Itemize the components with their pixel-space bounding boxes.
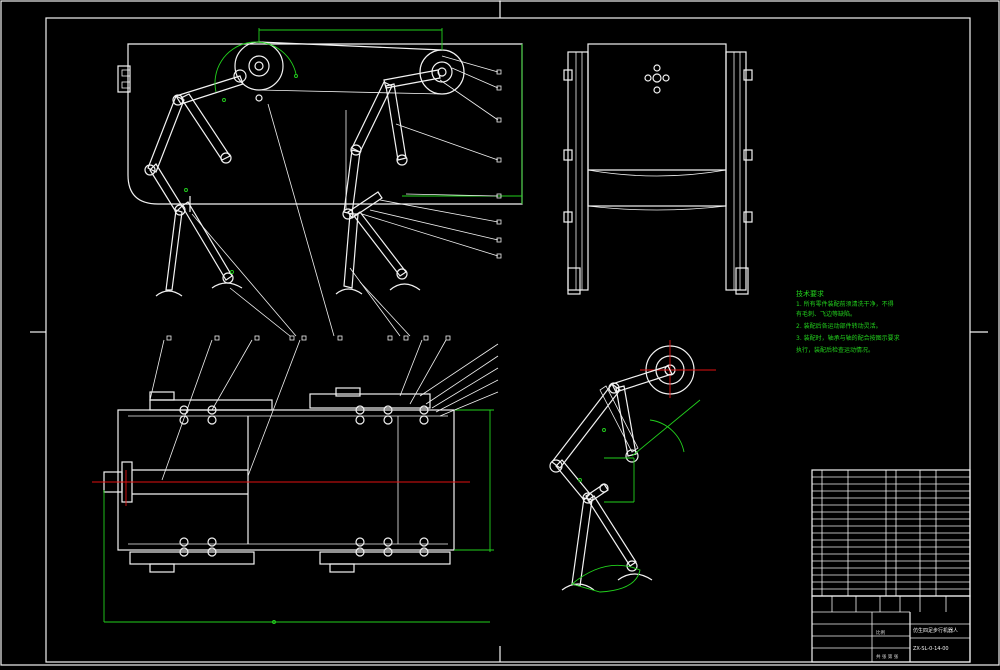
assembly-drawing: 技术要求 1. 所有零件装配前须清洗干净，不得 有毛刺、飞边等缺陷。 2. 装配… [0,0,1000,666]
scale-label: 比例 [876,629,885,636]
tech-req-line-1: 1. 所有零件装配前须清洗干净，不得 [796,300,894,308]
title-block: 仿生四足步行机器人 ZX-SL-0-14-00 比例 共 张 第 张 [811,595,971,663]
sheet-label: 共 张 第 张 [876,653,899,660]
tech-req-line-5: 执行，装配后检查运动情况。 [796,346,874,354]
front-leg [144,75,244,297]
parts-list [811,469,971,597]
drawing-frame [0,0,1000,666]
tech-req-line-3: 2. 装配后各运动部件转动灵活。 [796,322,882,330]
item-balloons [166,69,502,341]
drawing-number: ZX-SL-0-14-00 [913,646,949,652]
leg-detail-view [549,340,716,593]
bolt-row-bottom [179,537,429,557]
top-view [92,339,499,624]
tech-req-heading: 技术要求 [796,289,824,298]
tech-req-line-4: 3. 装配时，轴承与轴的配合按图示要求 [796,334,900,342]
parts-list-rows [812,476,970,590]
cad-drawing-canvas: 技术要求 1. 所有零件装配前须清洗干净，不得 有毛刺、飞边等缺陷。 2. 装配… [0,0,1000,666]
side-view [563,43,753,295]
rear-leg [335,69,441,295]
bolt-row-top [179,405,429,425]
technical-requirements: 技术要求 1. 所有零件装配前须清洗干净，不得 有毛刺、飞边等缺陷。 2. 装配… [796,289,900,354]
drawing-title: 仿生四足步行机器人 [913,627,958,634]
tech-req-line-2: 有毛刺、飞边等缺陷。 [796,310,856,318]
front-view [117,28,523,337]
